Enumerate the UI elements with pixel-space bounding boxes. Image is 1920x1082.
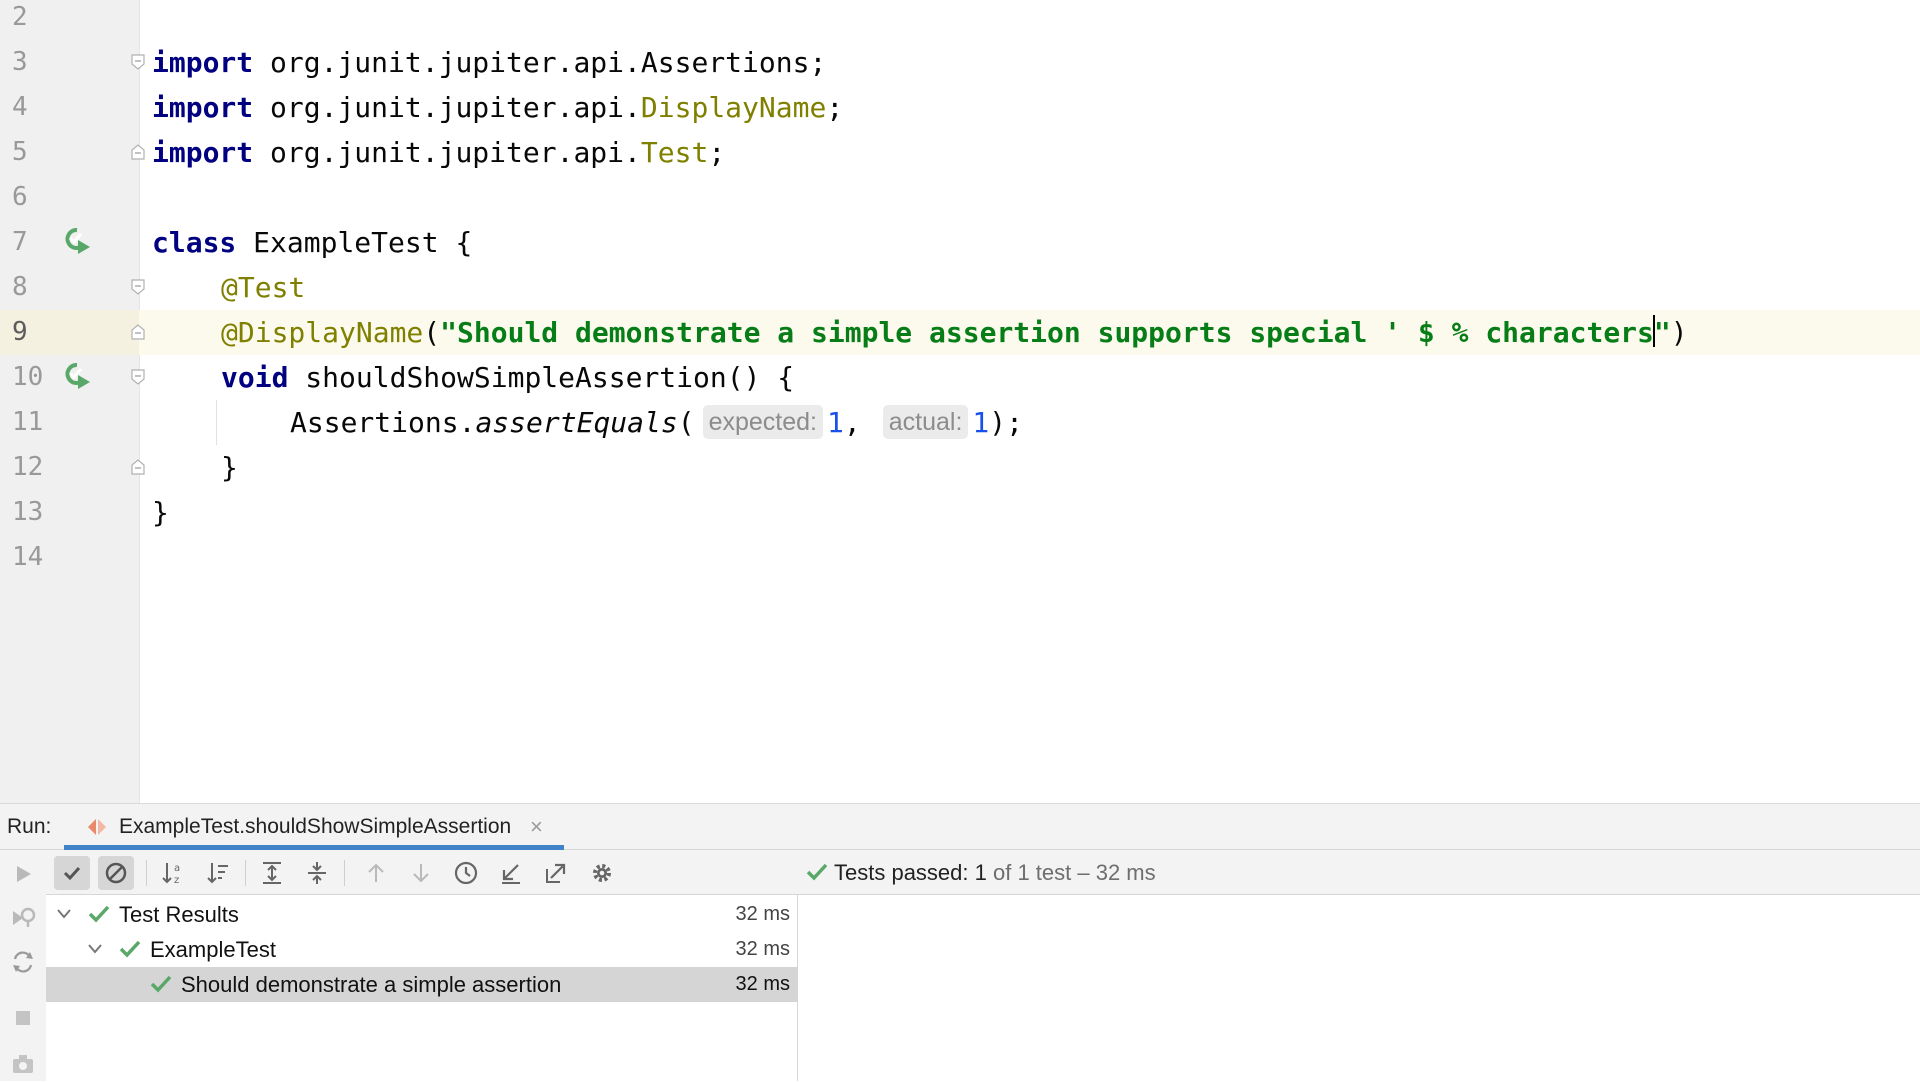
code-text: @Test <box>221 271 306 304</box>
run-test-icon[interactable] <box>62 226 94 258</box>
tree-node-test-results[interactable]: Test Results 32 ms <box>46 897 798 932</box>
code-line[interactable]: 7 class ExampleTest { <box>0 220 1920 265</box>
svg-text:a: a <box>174 863 180 874</box>
code-text: import org.junit.jupiter.api.Assertions; <box>152 46 827 79</box>
toggle-autotest-icon[interactable] <box>5 944 41 980</box>
code-line[interactable]: 14 <box>0 535 1920 580</box>
check-icon <box>119 940 141 958</box>
parameter-hint: expected: <box>702 405 824 439</box>
gear-icon <box>593 864 611 882</box>
line-number: 9 <box>0 310 139 355</box>
line-number: 8 <box>12 272 28 302</box>
code-text: @DisplayName("Should demonstrate a simpl… <box>221 315 1688 349</box>
fold-icon[interactable] <box>130 144 146 160</box>
test-status: Tests passed: 1 of 1 test – 32 ms <box>806 850 1156 895</box>
check-icon <box>88 905 110 923</box>
line-number: 2 <box>12 2 28 32</box>
camera-icon[interactable] <box>5 1046 41 1082</box>
line-number: 13 <box>12 497 44 527</box>
line-number: 5 <box>12 137 28 167</box>
parameter-hint: actual: <box>882 405 969 439</box>
sort-duration-icon <box>207 863 228 884</box>
fold-icon[interactable] <box>130 54 146 70</box>
check-icon <box>63 866 81 881</box>
collapse-all-button[interactable] <box>299 856 335 890</box>
line-number: 14 <box>12 542 44 572</box>
code-line[interactable]: 2 <box>0 0 1920 40</box>
show-passed-button[interactable] <box>54 856 90 890</box>
fold-icon[interactable] <box>130 459 146 475</box>
run-test-icon[interactable] <box>62 361 94 393</box>
settings-button[interactable] <box>584 856 620 890</box>
run-side-toolbar <box>0 850 46 1081</box>
code-text: class ExampleTest { <box>152 226 473 259</box>
rerun-failed-icon[interactable] <box>5 900 41 936</box>
next-failed-button[interactable] <box>403 856 439 890</box>
code-line[interactable]: 12 } <box>0 445 1920 490</box>
test-runner-toolbar: az Tests passed: 1 of 1 test – 32 ms <box>46 850 1920 895</box>
code-line[interactable]: 10 void shouldShowSimpleAssertion() { <box>0 355 1920 400</box>
run-tab-bar: Run: ExampleTest.shouldShowSimpleAsserti… <box>0 804 1920 850</box>
run-label: Run: <box>7 815 52 838</box>
test-config-icon <box>88 819 106 835</box>
code-editor[interactable]: 2 3 import org.junit.jupiter.api.Asserti… <box>0 0 1920 803</box>
fold-icon[interactable] <box>130 279 146 295</box>
tab-label: ExampleTest.shouldShowSimpleAssertion <box>119 815 512 838</box>
import-icon <box>502 864 520 884</box>
code-line[interactable]: 3 import org.junit.jupiter.api.Assertion… <box>0 40 1920 85</box>
test-results-tree: Test Results 32 ms ExampleTest 32 ms Sho… <box>46 895 798 1081</box>
sort-alphabetically-button[interactable]: az <box>155 856 191 890</box>
check-icon <box>150 975 172 993</box>
show-ignored-button[interactable] <box>98 856 134 890</box>
code-text: } <box>152 496 169 529</box>
arrow-up-icon <box>368 863 384 882</box>
code-line[interactable]: 11 Assertions.assertEquals(expected: 1, ac… <box>0 400 1920 445</box>
fold-icon[interactable] <box>130 324 146 340</box>
history-icon <box>454 861 478 885</box>
test-history-button[interactable] <box>448 856 484 890</box>
code-line[interactable]: 4 import org.junit.jupiter.api.DisplayNa… <box>0 85 1920 130</box>
run-configuration-tab[interactable]: ExampleTest.shouldShowSimpleAssertion × <box>64 804 564 850</box>
code-line[interactable]: 13 } <box>0 490 1920 535</box>
check-icon <box>806 863 828 881</box>
code-text: import org.junit.jupiter.api.Test; <box>152 136 726 169</box>
tree-node-test-method[interactable]: Should demonstrate a simple assertion 32… <box>46 967 798 1002</box>
collapse-all-icon <box>308 862 326 884</box>
code-text: } <box>221 451 238 484</box>
sort-alpha-icon: az <box>162 863 180 886</box>
tree-node-example-test[interactable]: ExampleTest 32 ms <box>46 932 798 967</box>
import-tests-button[interactable] <box>493 856 529 890</box>
code-text: import org.junit.jupiter.api.DisplayName… <box>152 91 844 124</box>
close-icon[interactable]: × <box>530 804 543 850</box>
fold-icon[interactable] <box>130 369 146 385</box>
line-number: 6 <box>12 182 28 212</box>
play-icon[interactable] <box>5 856 41 892</box>
export-icon <box>546 863 566 883</box>
sort-by-duration-button[interactable] <box>200 856 236 890</box>
code-line[interactable]: 5 import org.junit.jupiter.api.Test; <box>0 130 1920 175</box>
previous-failed-button[interactable] <box>358 856 394 890</box>
arrow-down-icon <box>413 864 429 883</box>
run-tool-window: Run: ExampleTest.shouldShowSimpleAsserti… <box>0 803 1920 1081</box>
code-line[interactable]: 6 <box>0 175 1920 220</box>
code-line[interactable]: 8 @Test <box>0 265 1920 310</box>
line-number: 4 <box>12 92 28 122</box>
test-output-console[interactable] <box>798 895 1920 1081</box>
ignore-icon <box>105 862 127 884</box>
chevron-down-icon[interactable] <box>56 907 72 921</box>
line-number: 3 <box>12 47 28 77</box>
expand-all-button[interactable] <box>254 856 290 890</box>
export-tests-button[interactable] <box>538 856 574 890</box>
expand-all-icon <box>263 862 281 884</box>
chevron-down-icon[interactable] <box>87 942 103 956</box>
line-number: 12 <box>12 452 44 482</box>
code-text: void shouldShowSimpleAssertion() { <box>221 361 795 394</box>
line-number: 11 <box>12 407 44 437</box>
svg-text:z: z <box>174 875 179 886</box>
current-code-line[interactable]: 9 @DisplayName("Should demonstrate a sim… <box>0 310 1920 355</box>
stop-icon[interactable] <box>5 1000 41 1036</box>
code-text: Assertions.assertEquals(expected: 1, actua… <box>290 405 1023 439</box>
